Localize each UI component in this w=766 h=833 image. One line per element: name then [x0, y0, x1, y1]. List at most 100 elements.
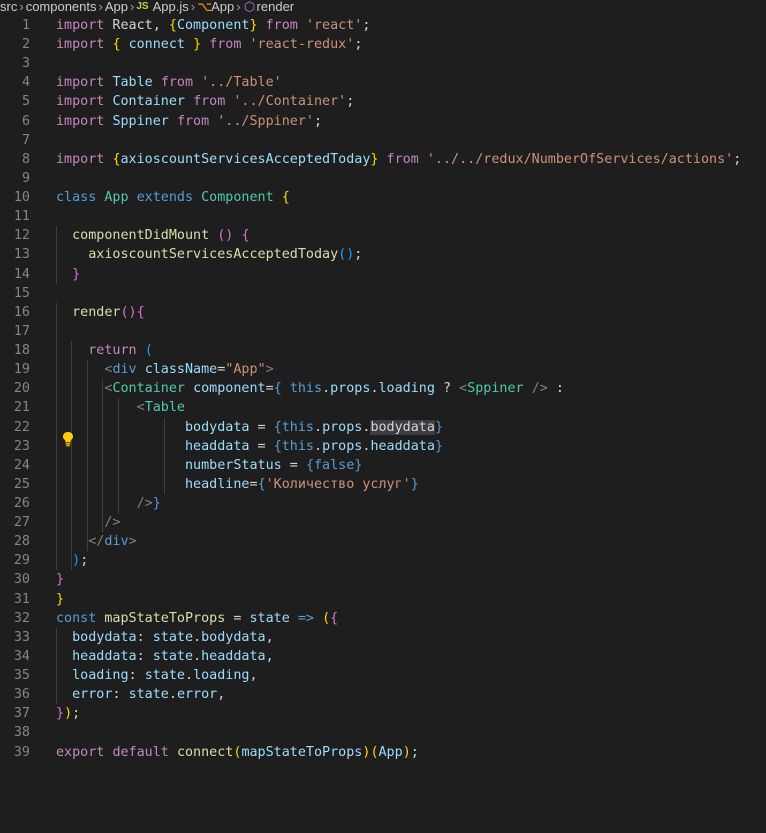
code-token: this [281, 419, 314, 435]
code-line[interactable]: 7 [0, 131, 766, 150]
code-line[interactable]: 12 componentDidMount () { [0, 226, 766, 245]
code-line[interactable]: 22 bodydata = {this.props.bodydata} [0, 418, 766, 437]
code-token: . [185, 668, 194, 684]
code-line[interactable]: 8 import {axioscountServicesAcceptedToday… [0, 150, 766, 169]
breadcrumb-src[interactable]: src [0, 0, 17, 14]
code-line[interactable]: 37}); [0, 704, 766, 723]
code-token: numberStatus [185, 457, 282, 473]
code-token: class [56, 190, 97, 206]
line-code: } [56, 570, 64, 589]
code-token: this [281, 438, 314, 454]
breadcrumb-app-folder[interactable]: App [105, 0, 128, 14]
code-line[interactable]: 21 <Table [0, 398, 766, 417]
code-line[interactable]: 5 import Container from '../Container'; [0, 92, 766, 111]
code-token: Sppiner [467, 381, 524, 397]
code-token: import [56, 37, 105, 53]
code-token: { [112, 151, 121, 167]
code-line[interactable]: 1 import React, {Component} from 'react'; [0, 16, 766, 35]
code-line[interactable]: 29 ); [0, 551, 766, 570]
code-token: from [160, 75, 194, 91]
code-token: bodydata [72, 629, 137, 645]
code-line[interactable]: 9 [0, 169, 766, 188]
line-number: 4 [21, 75, 30, 91]
code-line[interactable]: 4 import Table from '../Table' [0, 73, 766, 92]
line-code: componentDidMount () { [56, 226, 249, 245]
code-line[interactable]: 25 headline={'Количество услуг'} [0, 475, 766, 494]
code-editor[interactable]: 1 import React, {Component} from 'react';… [0, 16, 766, 833]
breadcrumb-method[interactable]: render [257, 0, 295, 14]
code-token: , [249, 668, 258, 684]
code-token: component [193, 381, 266, 397]
selection-highlight: bodydata [370, 419, 435, 435]
code-token: } [249, 18, 258, 33]
code-token: axioscountServicesAcceptedToday [88, 247, 339, 263]
code-token: = [225, 610, 250, 626]
code-token: } [56, 706, 65, 722]
code-token: Sppiner [112, 113, 169, 129]
code-token: = [249, 419, 274, 435]
code-token: from [193, 94, 226, 110]
code-line[interactable]: 11 [0, 207, 766, 226]
code-token: { [273, 438, 282, 454]
code-line[interactable]: 26 />} [0, 494, 766, 513]
code-line[interactable]: 16 render(){ [0, 303, 766, 322]
code-token: Container [112, 381, 185, 397]
code-line[interactable]: 32 const mapStateToProps = state => ({ [0, 609, 766, 628]
code-token: = [281, 457, 306, 473]
code-line[interactable]: 38 [0, 723, 766, 742]
code-line[interactable]: 10 class App extends Component { [0, 188, 766, 207]
code-line[interactable]: 2 import { connect } from 'react-redux'; [0, 35, 766, 54]
code-line[interactable]: 20 <Container component={ this.props.loa… [0, 379, 766, 398]
code-token: . [370, 381, 379, 397]
code-line[interactable]: 35 loading: state.loading, [0, 666, 766, 685]
code-line[interactable]: 15 [0, 284, 766, 303]
breadcrumb-class[interactable]: App [211, 0, 234, 14]
code-line[interactable]: 17 [0, 322, 766, 341]
code-token: headdata [370, 438, 435, 454]
code-token: headdata [201, 648, 266, 664]
code-token: mapStateToProps [104, 610, 226, 626]
code-line[interactable]: 6 import Sppiner from '../Sppiner'; [0, 112, 766, 131]
breadcrumb-components[interactable]: components [26, 0, 97, 14]
breadcrumb-file[interactable]: App.js [153, 0, 189, 14]
code-token: ) [402, 744, 411, 760]
code-token: > [265, 362, 274, 378]
code-token: div [104, 534, 129, 550]
line-code: const mapStateToProps = state => ({ [56, 609, 338, 628]
code-token: '../Sppiner' [217, 113, 314, 129]
code-line[interactable]: 36 error: state.error, [0, 685, 766, 704]
code-token: { [273, 381, 282, 397]
code-line[interactable]: 3 [0, 54, 766, 73]
code-line[interactable]: 14 } [0, 265, 766, 284]
code-line[interactable]: 18 return ( [0, 341, 766, 360]
code-token: { [136, 304, 145, 320]
line-number: 38 [13, 725, 30, 741]
code-line[interactable]: 39 export default connect (mapStateToProps… [0, 743, 766, 762]
code-line[interactable]: 31} [0, 590, 766, 609]
line-number: 30 [13, 572, 30, 588]
code-token: ; [354, 247, 363, 263]
code-line[interactable]: 33 bodydata: state.bodydata, [0, 628, 766, 647]
code-token: . [193, 629, 202, 645]
code-line[interactable]: 23 headdata = {this.props.headdata} [0, 437, 766, 456]
code-token: mapStateToProps [241, 744, 363, 760]
line-code: /> [56, 513, 120, 532]
code-line[interactable]: 13 axioscountServicesAcceptedToday(); [0, 245, 766, 264]
code-token: ; [314, 113, 323, 129]
code-token: . [322, 381, 331, 397]
code-line[interactable]: 27 /> [0, 513, 766, 532]
code-line[interactable]: 24 numberStatus = {false} [0, 456, 766, 475]
code-line[interactable]: 19 <div className="App"> [0, 360, 766, 379]
code-line[interactable]: 34 headdata: state.headdata, [0, 647, 766, 666]
code-line[interactable]: 28 </div> [0, 532, 766, 551]
code-line[interactable]: 30} [0, 570, 766, 589]
